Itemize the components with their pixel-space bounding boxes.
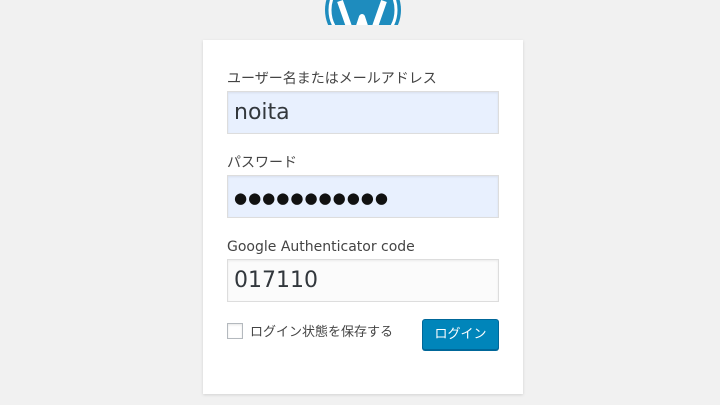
username-input[interactable]: noita [227, 91, 499, 134]
password-input[interactable]: ●●●●●●●●●●● [227, 175, 499, 218]
login-form: ユーザー名またはメールアドレス noita パスワード ●●●●●●●●●●● … [203, 40, 523, 394]
login-button[interactable]: ログイン [422, 319, 499, 350]
remember-me[interactable]: ログイン状態を保存する [227, 321, 393, 340]
wordpress-logo-icon[interactable] [324, 0, 402, 25]
username-value: noita [234, 100, 290, 125]
authenticator-code-value: 017110 [234, 268, 318, 293]
remember-me-checkbox[interactable] [227, 322, 243, 339]
authenticator-code-input[interactable]: 017110 [227, 259, 499, 302]
password-masked-value: ●●●●●●●●●●● [234, 189, 389, 207]
username-label: ユーザー名またはメールアドレス [227, 71, 437, 87]
authenticator-label: Google Authenticator code [227, 239, 415, 255]
remember-me-label[interactable]: ログイン状態を保存する [250, 321, 393, 340]
password-label: パスワード [227, 155, 297, 171]
